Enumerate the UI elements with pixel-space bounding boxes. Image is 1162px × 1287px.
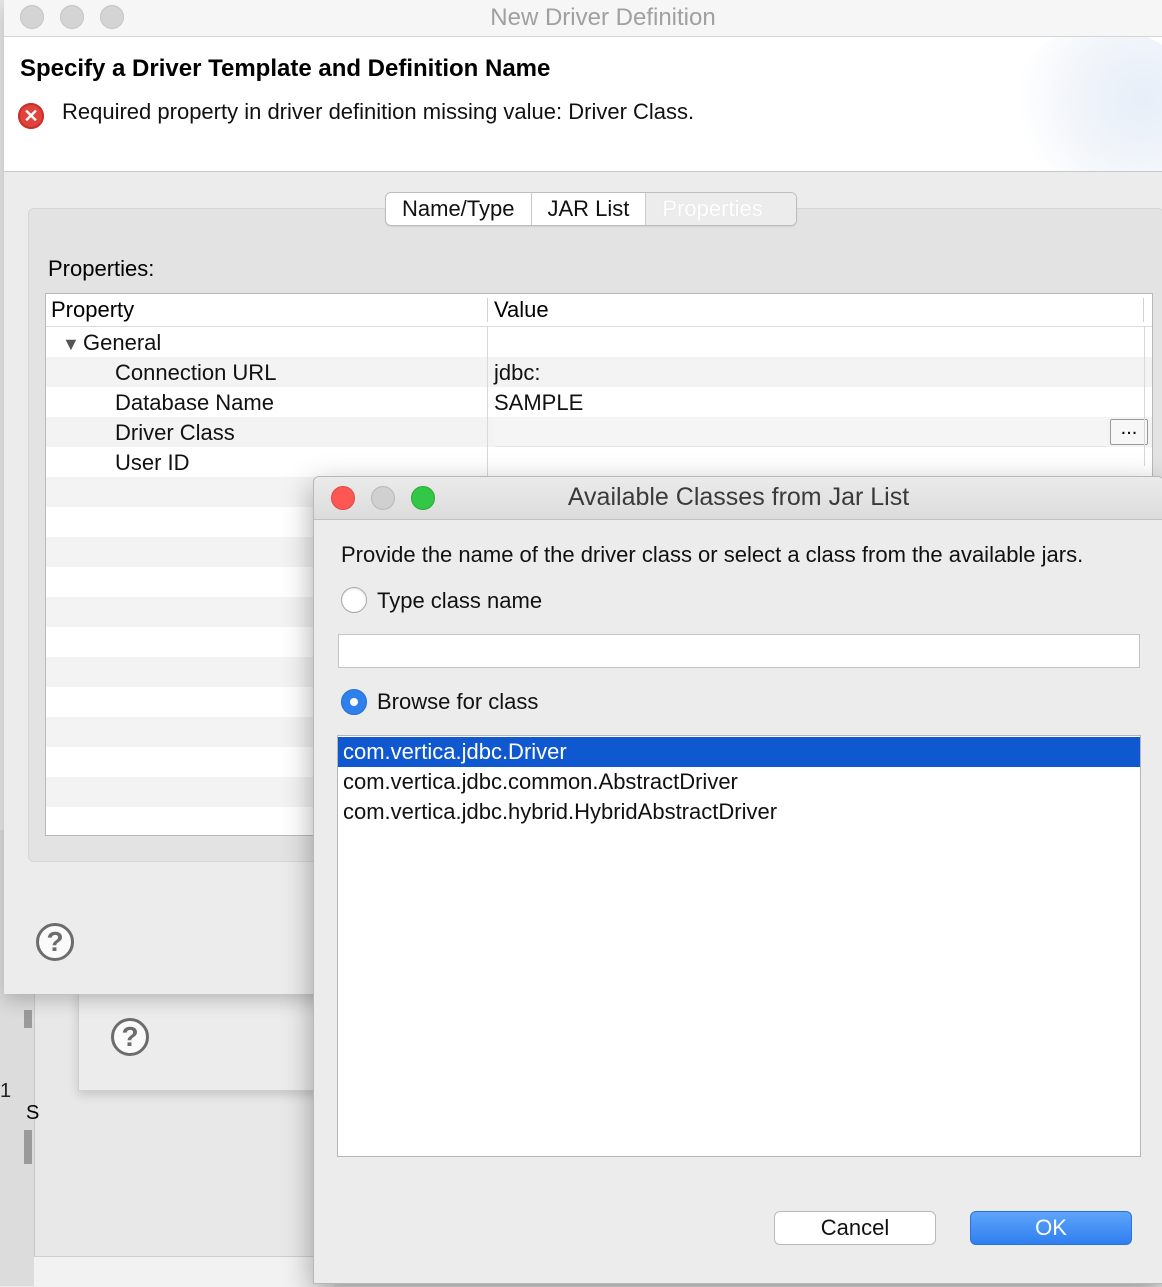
- window-title: New Driver Definition: [490, 4, 716, 31]
- title-bar: New Driver Definition: [4, 0, 1162, 37]
- dialog-title: Available Classes from Jar List: [567, 483, 910, 511]
- table-row[interactable]: Connection URL jdbc:: [46, 357, 1152, 387]
- browse-ellipsis-button[interactable]: ...: [1110, 418, 1148, 445]
- cancel-button[interactable]: Cancel: [774, 1211, 936, 1245]
- column-grid-line: [1144, 326, 1145, 466]
- properties-label: Properties:: [48, 256, 155, 281]
- table-row[interactable]: Database Name SAMPLE: [46, 387, 1152, 417]
- question-circle-icon[interactable]: ?: [111, 1018, 149, 1056]
- class-list[interactable]: com.vertica.jdbc.Driver com.vertica.jdbc…: [337, 735, 1141, 1157]
- available-classes-dialog: Available Classes from Jar List Provide …: [313, 476, 1162, 1284]
- title-bar: Available Classes from Jar List: [314, 477, 1162, 520]
- property-value[interactable]: jdbc:: [494, 360, 540, 386]
- table-header: Property Value: [46, 294, 1152, 327]
- error-icon: ✕: [18, 103, 44, 129]
- table-row-group[interactable]: ▼ General: [46, 327, 1152, 357]
- list-item[interactable]: com.vertica.jdbc.hybrid.HybridAbstractDr…: [338, 797, 1140, 827]
- tab-properties[interactable]: Properties: [646, 193, 797, 225]
- driver-class-value-field[interactable]: [495, 418, 1107, 447]
- background-dialog: ?: [78, 990, 330, 1091]
- property-name: User ID: [115, 450, 190, 475]
- error-message: Required property in driver definition m…: [62, 99, 695, 124]
- tab-name-type[interactable]: Name/Type: [386, 193, 532, 225]
- group-label: General: [83, 330, 162, 355]
- property-value[interactable]: SAMPLE: [494, 390, 583, 416]
- property-name: Connection URL: [115, 360, 277, 385]
- browse-for-class-radio[interactable]: [341, 689, 367, 715]
- property-name: Database Name: [115, 390, 274, 415]
- class-name-input[interactable]: [338, 634, 1140, 668]
- tab-jar-list[interactable]: JAR List: [532, 193, 647, 225]
- type-class-name-label[interactable]: Type class name: [377, 588, 542, 614]
- browse-for-class-label[interactable]: Browse for class: [377, 689, 538, 715]
- collapse-triangle-icon[interactable]: ▼: [62, 330, 80, 356]
- background-marker: [24, 1010, 32, 1028]
- header-decoration: [1002, 37, 1162, 171]
- tab-bar: Name/Type JAR List Properties: [385, 192, 798, 226]
- column-divider[interactable]: [487, 298, 488, 322]
- property-name: Driver Class: [115, 420, 235, 445]
- column-header-property[interactable]: Property: [51, 297, 134, 323]
- instruction-text: Provide the name of the driver class or …: [341, 542, 1084, 567]
- page-title: Specify a Driver Template and Definition…: [20, 55, 551, 82]
- background-text-fragment: 1: [0, 1080, 12, 1102]
- background-marker: [24, 1130, 32, 1164]
- background-bottom-bar: [34, 1256, 334, 1287]
- list-item-selected[interactable]: com.vertica.jdbc.Driver: [338, 737, 1140, 767]
- column-header-value[interactable]: Value: [494, 297, 549, 323]
- list-item[interactable]: com.vertica.jdbc.common.AbstractDriver: [338, 767, 1140, 797]
- table-row[interactable]: User ID: [46, 447, 1152, 477]
- column-divider[interactable]: [1143, 298, 1144, 322]
- wizard-header: Specify a Driver Template and Definition…: [4, 37, 1162, 172]
- question-circle-icon[interactable]: ?: [36, 923, 74, 961]
- background-text-fragment: S: [26, 1102, 40, 1124]
- ok-button[interactable]: OK: [970, 1211, 1132, 1245]
- type-class-name-radio[interactable]: [341, 587, 367, 613]
